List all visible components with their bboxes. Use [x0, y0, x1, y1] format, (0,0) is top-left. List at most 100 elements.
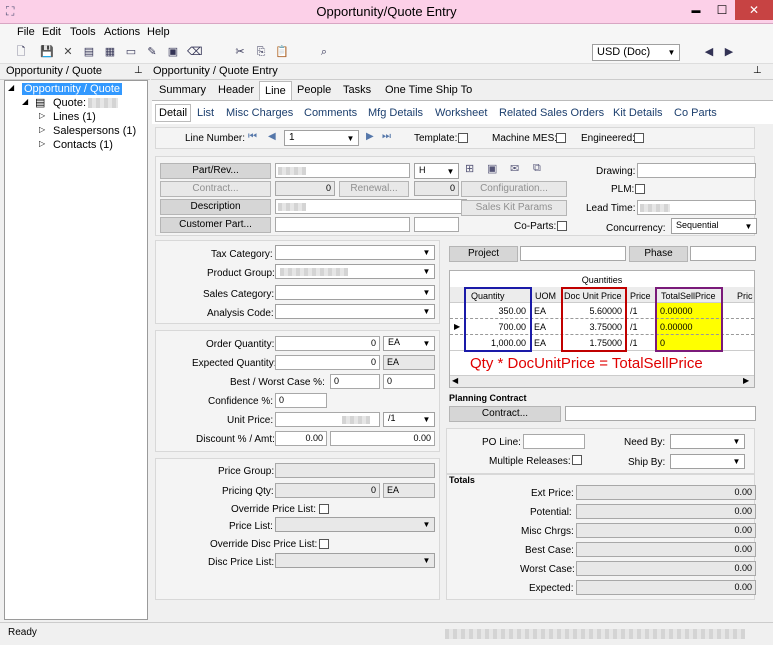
- tab-people[interactable]: People: [297, 84, 331, 96]
- erase-icon[interactable]: ⌫: [187, 46, 203, 59]
- lead-time-field[interactable]: [637, 200, 756, 215]
- folder-icon[interactable]: ▭: [124, 46, 138, 59]
- scroll-right-icon[interactable]: ▶: [743, 376, 749, 385]
- subtab-list[interactable]: List: [197, 107, 214, 119]
- discount-amount-field[interactable]: 0.00: [330, 431, 435, 446]
- planning-contract-field[interactable]: [565, 406, 756, 421]
- tab-line[interactable]: Line: [259, 81, 292, 100]
- tab-one-time-ship-to[interactable]: One Time Ship To: [385, 84, 472, 96]
- tree-expander-icon[interactable]: ▷: [39, 125, 45, 134]
- tab-summary[interactable]: Summary: [159, 84, 206, 96]
- analysis-code-select[interactable]: ▼: [275, 304, 435, 319]
- subtab-misc-charges[interactable]: Misc Charges: [226, 107, 293, 119]
- menu-file[interactable]: File: [17, 26, 35, 38]
- worst-case-field[interactable]: 0: [383, 374, 435, 389]
- tree-expander-icon[interactable]: ▷: [39, 139, 45, 148]
- po-line-field[interactable]: [523, 434, 585, 449]
- subtab-detail[interactable]: Detail: [155, 104, 192, 122]
- tree-node-lines[interactable]: Lines (1): [53, 111, 96, 123]
- sales-category-select[interactable]: ▼: [275, 285, 435, 300]
- line-number-select[interactable]: 1 ▼: [284, 130, 359, 146]
- maximize-button[interactable]: ☐: [709, 0, 735, 20]
- tab-tasks[interactable]: Tasks: [343, 84, 371, 96]
- expected-quantity-field[interactable]: 0: [275, 355, 380, 370]
- project-button[interactable]: Project: [449, 246, 518, 262]
- forward-icon[interactable]: ▶: [722, 46, 736, 59]
- plm-checkbox[interactable]: [635, 184, 645, 194]
- co-parts-checkbox[interactable]: [557, 221, 567, 231]
- next-record-icon[interactable]: ▶: [366, 131, 374, 142]
- template-checkbox[interactable]: [458, 133, 468, 143]
- part-number-field[interactable]: [275, 163, 410, 178]
- attach-icon[interactable]: ✎: [145, 46, 159, 59]
- tree-node-quote[interactable]: Quote:: [53, 97, 86, 109]
- part-rev-button[interactable]: Part/Rev...: [160, 163, 271, 179]
- find-icon[interactable]: ⌕: [317, 46, 331, 59]
- description-field[interactable]: [275, 199, 467, 214]
- phase-button[interactable]: Phase: [629, 246, 688, 262]
- order-quantity-field[interactable]: 0: [275, 336, 380, 351]
- delete-icon[interactable]: ✕: [61, 46, 75, 59]
- tree-node-contacts[interactable]: Contacts (1): [53, 139, 113, 151]
- unit-price-field[interactable]: [275, 412, 380, 427]
- subtab-kit-details[interactable]: Kit Details: [613, 107, 663, 119]
- confidence-field[interactable]: 0: [275, 393, 327, 408]
- project-field[interactable]: [520, 246, 626, 261]
- tree-expander-icon[interactable]: ◢: [22, 97, 28, 106]
- print-icon[interactable]: ▣: [166, 46, 180, 59]
- column-header-uom[interactable]: UOM: [535, 291, 556, 301]
- cut-icon[interactable]: ✂: [233, 46, 247, 59]
- override-disc-price-list-checkbox[interactable]: [319, 539, 329, 549]
- scroll-left-icon[interactable]: ◀: [452, 376, 458, 385]
- paste-icon[interactable]: 📋: [275, 46, 289, 59]
- part-copy-icon[interactable]: ⧉: [533, 162, 541, 175]
- subtab-comments[interactable]: Comments: [304, 107, 357, 119]
- subtab-related-sales-orders[interactable]: Related Sales Orders: [499, 107, 604, 119]
- subtab-worksheet[interactable]: Worksheet: [435, 107, 487, 119]
- disc-price-list-select[interactable]: ▼: [275, 553, 435, 568]
- description-button[interactable]: Description: [160, 199, 271, 215]
- menu-tools[interactable]: Tools: [70, 26, 96, 38]
- grid-icon[interactable]: ▦: [103, 46, 117, 59]
- close-button[interactable]: ✕: [735, 0, 773, 20]
- tree-node-salespersons[interactable]: Salespersons (1): [53, 125, 136, 137]
- order-uom-select[interactable]: EA ▼: [383, 336, 435, 351]
- new-icon[interactable]: 🗋: [14, 46, 28, 59]
- copy-icon[interactable]: ⎘: [254, 46, 268, 59]
- unit-price-per-select[interactable]: /1 ▼: [383, 412, 435, 427]
- configuration-button[interactable]: Configuration...: [461, 181, 567, 197]
- engineered-checkbox[interactable]: [634, 133, 644, 143]
- minimize-button[interactable]: ▬: [683, 0, 709, 20]
- concurrency-select[interactable]: Sequential ▼: [671, 218, 757, 234]
- menu-edit[interactable]: Edit: [42, 26, 61, 38]
- part-config-icon[interactable]: ⊞: [465, 162, 474, 175]
- save-icon[interactable]: 💾: [40, 46, 54, 59]
- discount-percent-field[interactable]: 0.00: [275, 431, 327, 446]
- contract-button[interactable]: Contract...: [160, 181, 271, 197]
- tab-header[interactable]: Header: [218, 84, 254, 96]
- multiple-releases-checkbox[interactable]: [572, 455, 582, 465]
- tree-node-root[interactable]: Opportunity / Quote: [22, 83, 122, 95]
- first-record-icon[interactable]: ⏮: [248, 131, 257, 142]
- sales-kit-params-button[interactable]: Sales Kit Params: [461, 200, 567, 216]
- subtab-co-parts[interactable]: Co Parts: [674, 107, 717, 119]
- revision-select[interactable]: H ▼: [414, 163, 459, 179]
- drawing-field[interactable]: [637, 163, 756, 178]
- tree-expander-icon[interactable]: ◢: [8, 83, 14, 92]
- part-email-icon[interactable]: ✉: [510, 162, 519, 175]
- tree-expander-icon[interactable]: ▷: [39, 111, 45, 120]
- last-record-icon[interactable]: ⏭: [382, 131, 391, 142]
- tax-category-select[interactable]: ▼: [275, 245, 435, 260]
- price-list-select[interactable]: ▼: [275, 517, 435, 532]
- renewal-button[interactable]: Renewal...: [339, 181, 409, 197]
- customer-part-field[interactable]: [275, 217, 410, 232]
- part-image-icon[interactable]: ▣: [487, 162, 497, 175]
- column-header-price-more[interactable]: Pric: [737, 291, 753, 301]
- best-case-field[interactable]: 0: [330, 374, 380, 389]
- open-icon[interactable]: ▤: [82, 46, 96, 59]
- pin-icon[interactable]: ⊥: [134, 65, 143, 76]
- phase-field[interactable]: [690, 246, 756, 261]
- product-group-select[interactable]: ▼: [275, 264, 435, 279]
- planning-contract-button[interactable]: Contract...: [449, 406, 561, 422]
- need-by-select[interactable]: ▼: [670, 434, 745, 449]
